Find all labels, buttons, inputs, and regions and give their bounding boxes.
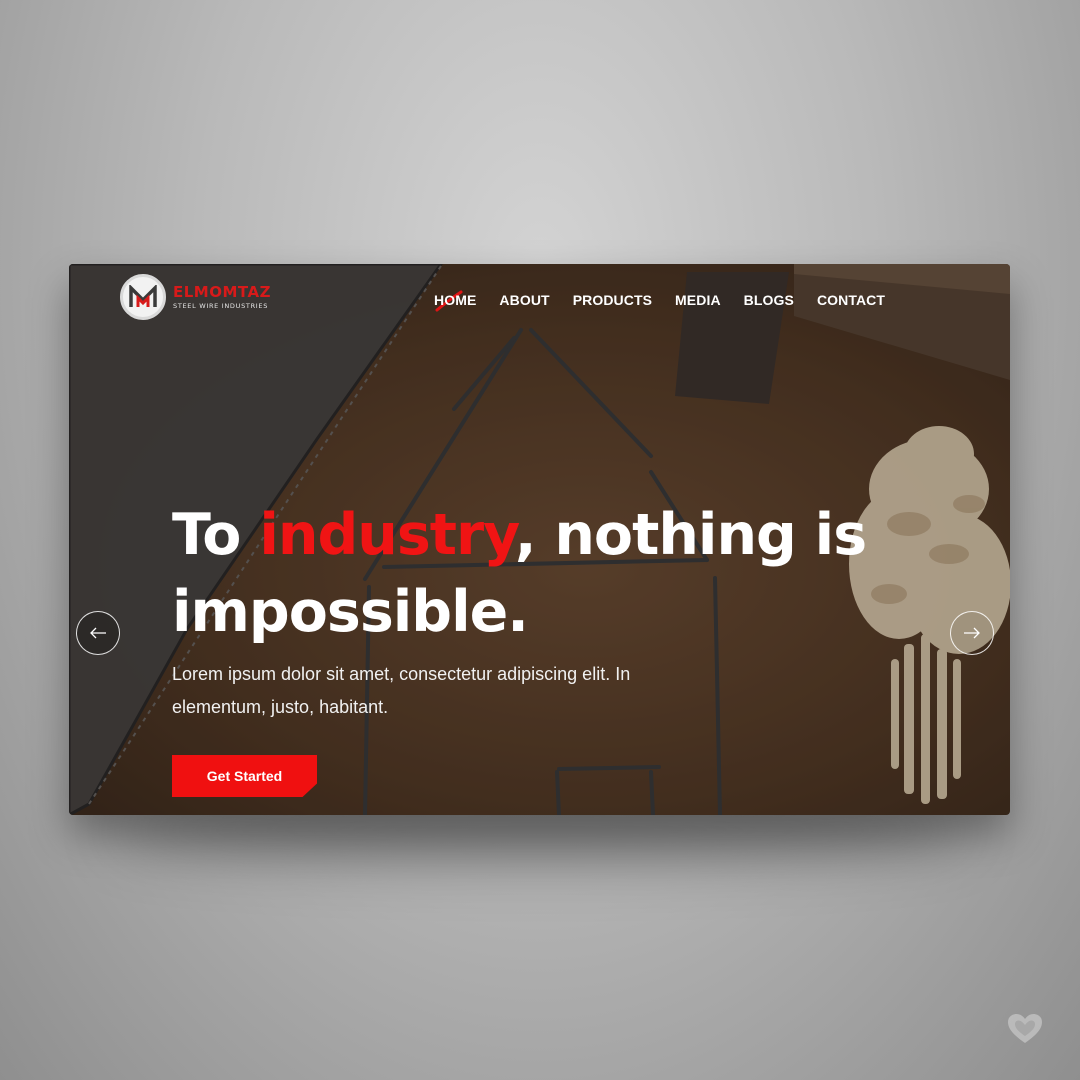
brand-logo[interactable]: ELMOMTAZ STEEL WIRE INDUSTRIES (120, 274, 271, 320)
arrow-left-icon (90, 627, 106, 639)
nav-item-about[interactable]: ABOUT (499, 292, 549, 308)
get-started-button[interactable]: Get Started (172, 755, 317, 797)
arrow-right-icon (964, 627, 980, 639)
headline-accent-word: industry (259, 502, 516, 568)
main-nav: HOME ABOUT PRODUCTS MEDIA BLOGS CONTACT (434, 290, 885, 312)
website-hero-frame: ELMOMTAZ STEEL WIRE INDUSTRIES HOME ABOU… (69, 264, 1010, 815)
nav-item-products[interactable]: PRODUCTS (573, 292, 652, 308)
heart-icon[interactable] (1006, 1012, 1044, 1046)
brand-tagline: STEEL WIRE INDUSTRIES (173, 301, 269, 310)
nav-item-contact[interactable]: CONTACT (817, 292, 885, 308)
logo-badge-icon (120, 274, 166, 320)
slider-prev-button[interactable] (76, 611, 120, 655)
slider-next-button[interactable] (950, 611, 994, 655)
nav-item-label: HOME (434, 292, 477, 308)
nav-item-home[interactable]: HOME (434, 290, 477, 312)
headline-prefix: To (172, 502, 260, 568)
logo-text: ELMOMTAZ STEEL WIRE INDUSTRIES (173, 282, 271, 310)
brand-name: ELMOMTAZ (173, 282, 271, 301)
nav-item-media[interactable]: MEDIA (675, 292, 721, 308)
nav-item-blogs[interactable]: BLOGS (744, 292, 794, 308)
hero-headline: To industry, nothing is impossible. (172, 497, 1010, 651)
hero-subtitle: Lorem ipsum dolor sit amet, consectetur … (172, 664, 631, 717)
